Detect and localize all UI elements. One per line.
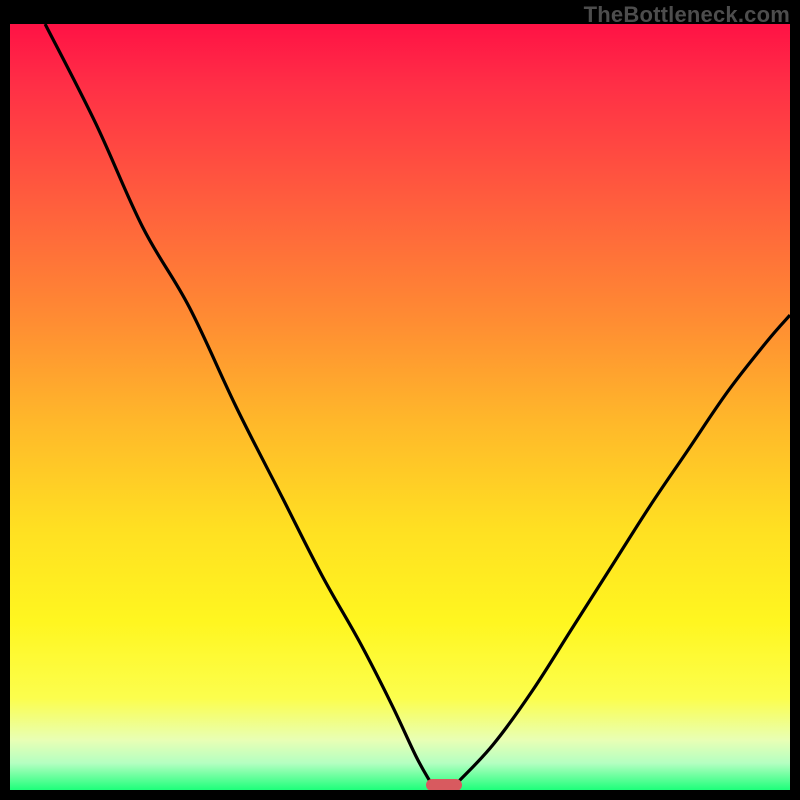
chart-frame: TheBottleneck.com xyxy=(0,0,800,800)
minimum-marker xyxy=(426,779,462,790)
curve-right-branch xyxy=(459,315,790,781)
curve-left-branch xyxy=(45,24,430,781)
plot-area xyxy=(10,24,790,790)
watermark-text: TheBottleneck.com xyxy=(584,2,790,28)
bottleneck-curve xyxy=(10,24,790,790)
